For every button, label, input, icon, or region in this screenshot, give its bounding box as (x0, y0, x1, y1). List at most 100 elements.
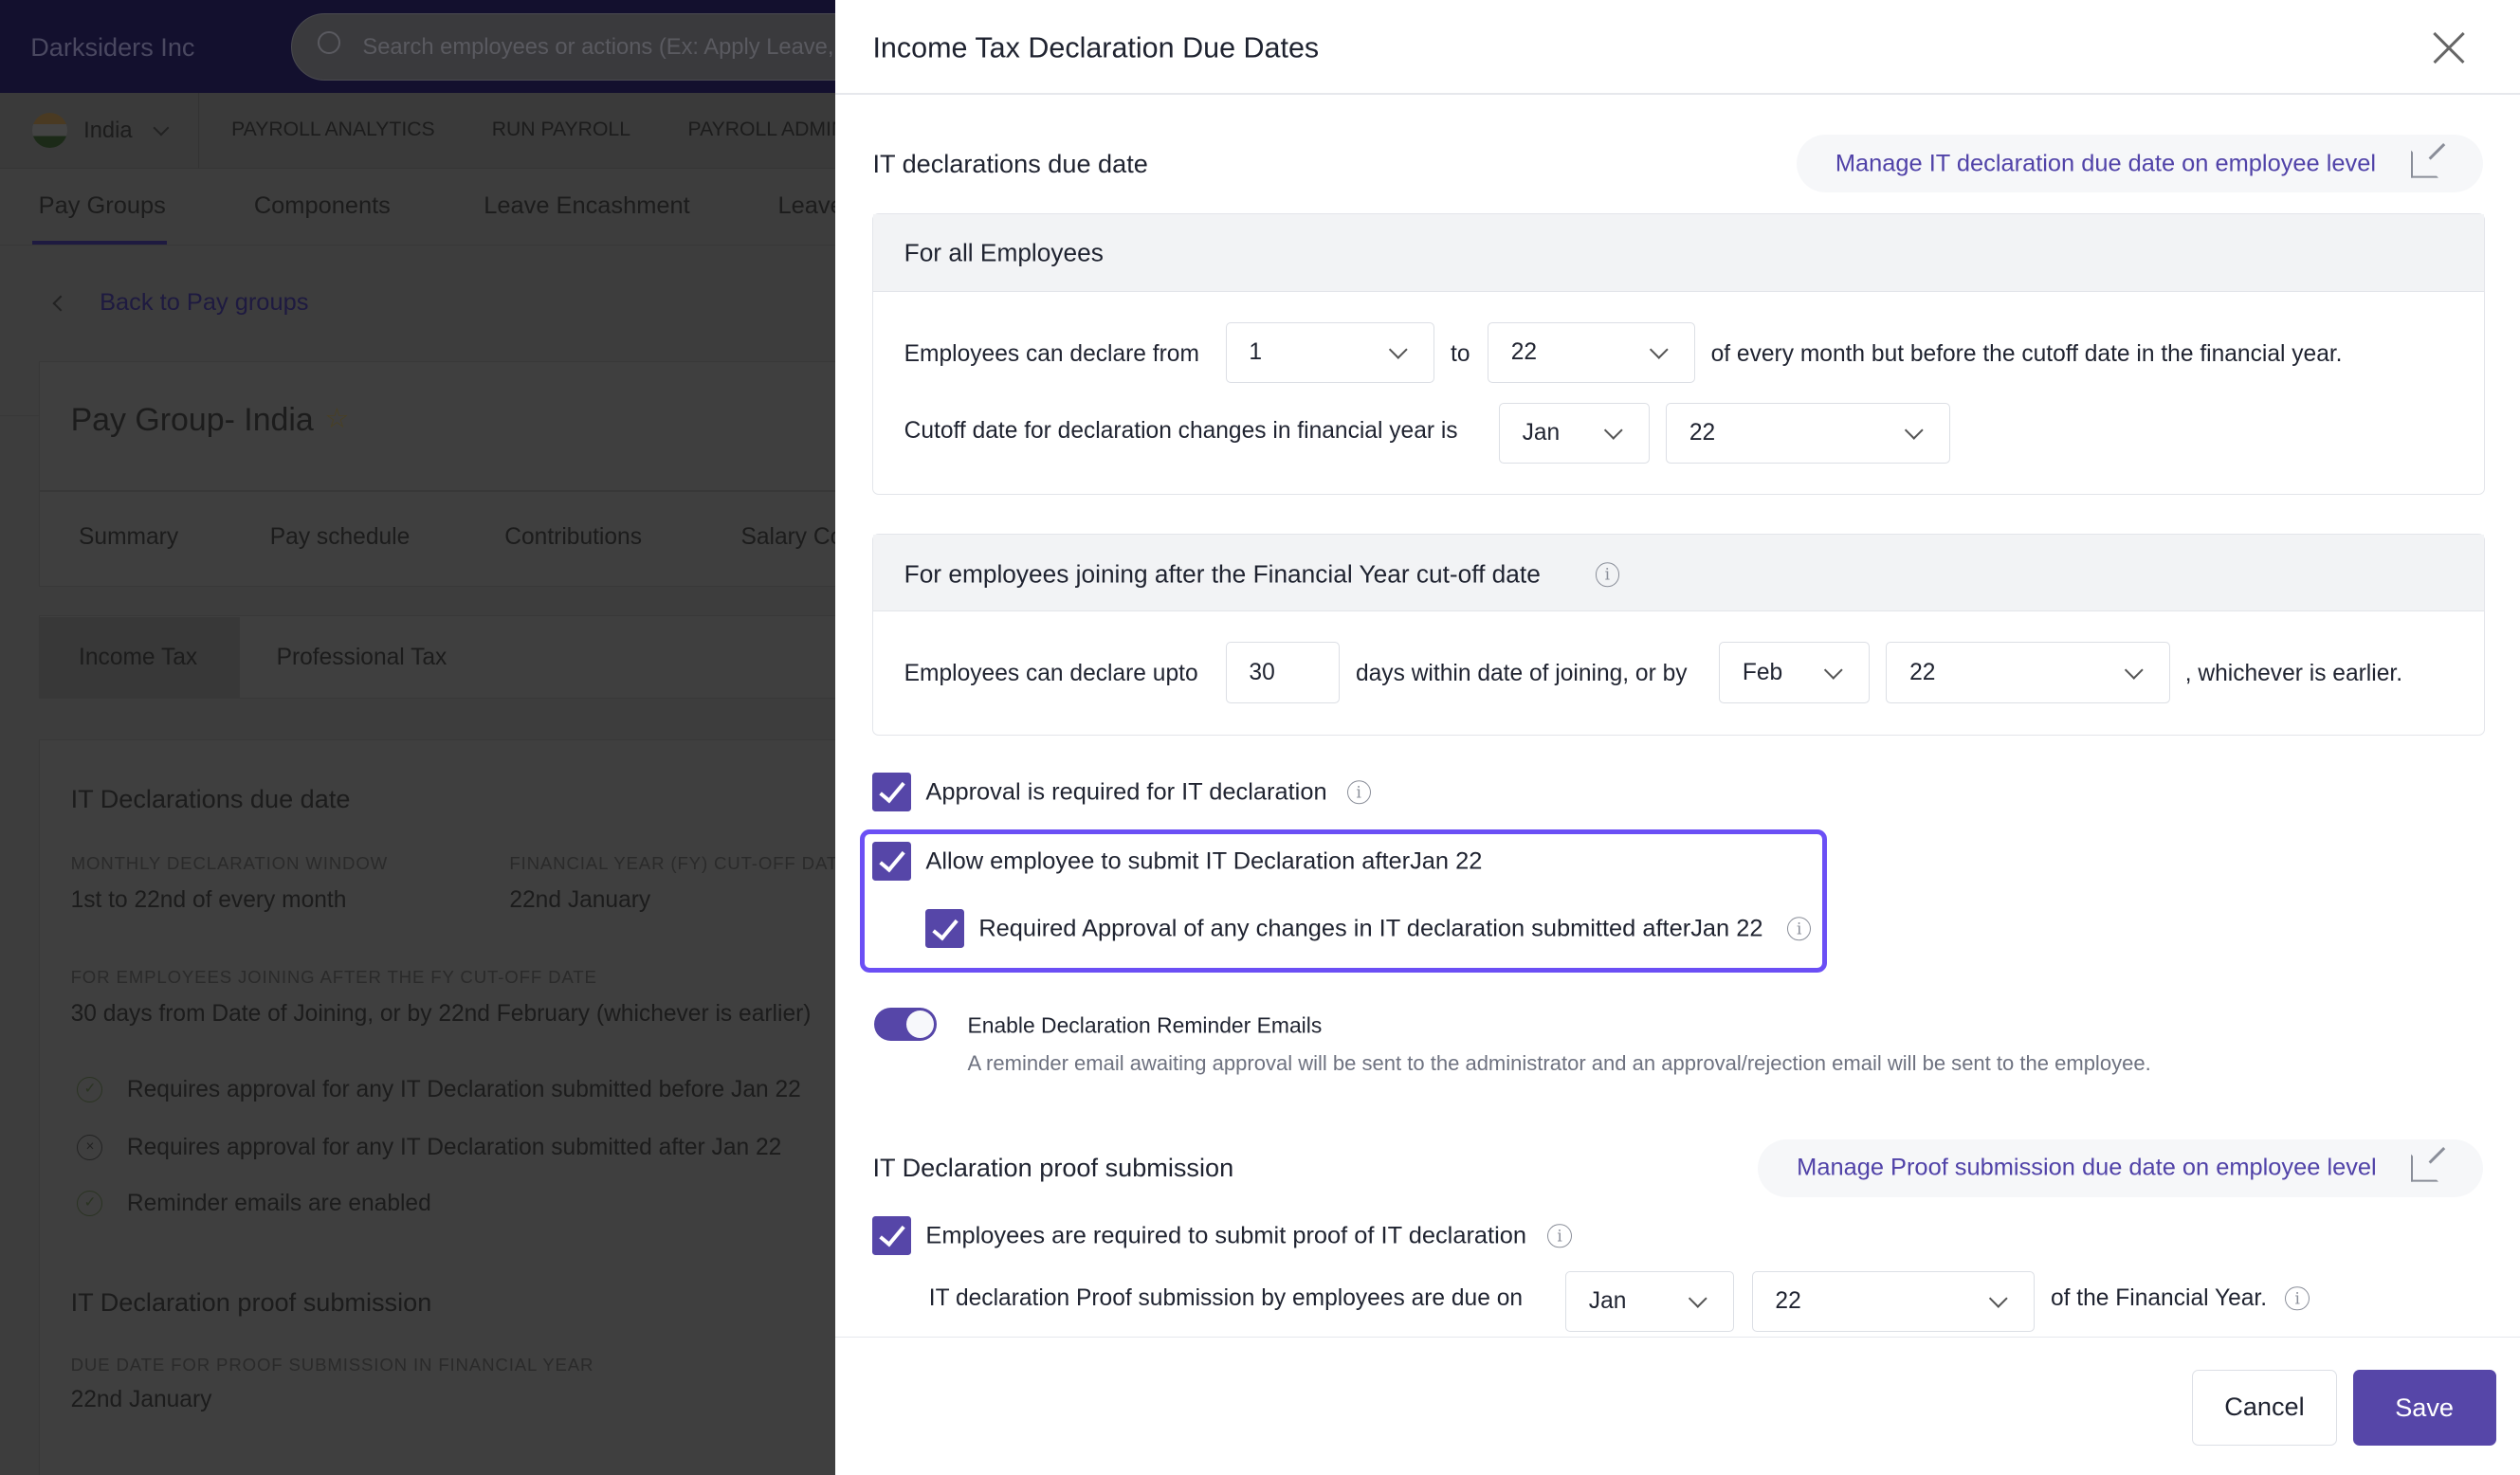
section-title: IT Declaration proof submission (70, 1286, 432, 1317)
days-input[interactable]: 30 (1225, 642, 1341, 703)
cancel-button[interactable]: Cancel (2192, 1370, 2337, 1446)
company-name: Darksiders Inc (30, 31, 195, 62)
proof-due-label: IT declaration Proof submission by emplo… (928, 1284, 1524, 1311)
chevron-down-icon (1389, 340, 1408, 359)
status-item: Requires approval for any IT Declaration… (126, 1076, 801, 1102)
field-value: 22nd January (509, 886, 651, 913)
pay-group-card (38, 361, 836, 587)
external-link-icon (2410, 150, 2438, 178)
toggle-knob (906, 1011, 934, 1039)
checkbox-label: Allow employee to submit IT Declaration … (925, 847, 1483, 875)
nav-payroll-admin[interactable]: PAYROLL ADMIN (688, 118, 836, 141)
tab-leave[interactable]: Leave (777, 192, 835, 220)
external-link-icon (2410, 1154, 2438, 1182)
chevron-down-icon (153, 119, 170, 137)
top-bar: Darksiders Inc Search employees or actio… (0, 0, 836, 94)
manage-it-declaration-link[interactable]: Manage IT declaration due date on employ… (1797, 135, 2483, 193)
upto-label: Employees can declare upto (904, 661, 1198, 687)
card-title: For all Employees (904, 238, 1104, 267)
subtab-summary[interactable]: Summary (79, 524, 178, 551)
info-icon[interactable]: i (1346, 779, 1371, 805)
manage-proof-submission-link[interactable]: Manage Proof submission due date on empl… (1758, 1138, 2483, 1197)
field-value: 30 days from Date of Joining, or by 22nd… (70, 1001, 812, 1028)
joining-month-select[interactable]: Feb (1719, 642, 1871, 703)
section-title: IT Declarations due date (70, 784, 351, 814)
link-label: Manage IT declaration due date on employ… (1835, 150, 2376, 177)
close-icon[interactable] (2432, 30, 2467, 65)
tab-income-tax[interactable]: Income Tax (79, 645, 197, 671)
proof-day-select[interactable]: 22 (1751, 1270, 2036, 1333)
to-label: to (1451, 340, 1470, 367)
joining-day-select[interactable]: 22 (1886, 642, 2171, 703)
card-title: For employees joining after the Financia… (904, 559, 1541, 589)
info-icon[interactable]: i (1547, 1223, 1572, 1248)
country-selector[interactable]: India (0, 93, 200, 169)
chevron-down-icon (1649, 340, 1668, 359)
subtab-pay-schedule[interactable]: Pay schedule (270, 524, 410, 551)
reminder-toggle[interactable] (874, 1007, 938, 1042)
checkbox-label: Approval is required for IT declaration (925, 778, 1327, 806)
all-employees-card: For all Employees Employees can declare … (872, 213, 2485, 496)
within-label: days within date of joining, or by (1355, 661, 1688, 687)
checkbox-label: Employees are required to submit proof o… (925, 1222, 1526, 1249)
nav-run-payroll[interactable]: RUN PAYROLL (492, 118, 630, 141)
field-label: DUE DATE FOR PROOF SUBMISSION IN FINANCI… (70, 1355, 594, 1375)
section-title: IT Declaration proof submission (872, 1153, 1234, 1183)
background-page: Darksiders Inc Search employees or actio… (0, 0, 836, 1475)
star-icon[interactable]: ☆ (324, 402, 349, 435)
due-dates-drawer: Income Tax Declaration Due Dates IT decl… (835, 0, 2520, 1475)
chevron-down-icon (1989, 1289, 2008, 1308)
checkbox-label: Required Approval of any changes in IT d… (978, 915, 1763, 942)
proof-month-select[interactable]: Jan (1565, 1270, 1735, 1333)
section-title: IT declarations due date (872, 148, 1148, 178)
drawer-title: Income Tax Declaration Due Dates (872, 31, 1320, 64)
chevron-down-icon (1604, 421, 1623, 440)
search-icon (317, 31, 340, 54)
tab-leave-encashment[interactable]: Leave Encashment (484, 192, 690, 220)
cutoff-label: Cutoff date for declaration changes in f… (904, 418, 1458, 445)
declare-from-select[interactable]: 1 (1225, 322, 1435, 384)
toggle-label: Enable Declaration Reminder Emails (967, 1012, 1323, 1037)
search-input[interactable]: Search employees or actions (Ex: Apply L… (290, 12, 836, 81)
field-value: 22nd January (70, 1386, 212, 1412)
link-label: Manage Proof submission due date on empl… (1797, 1154, 2377, 1181)
toggle-description: A reminder email awaiting approval will … (967, 1051, 2151, 1076)
proof-suffix: of the Financial Year. (2051, 1284, 2268, 1311)
chevron-down-icon (1824, 660, 1843, 679)
chevron-down-icon (1689, 1289, 1707, 1308)
declare-from-label: Employees can declare from (904, 340, 1199, 367)
proof-required-checkbox[interactable] (872, 1216, 912, 1255)
field-label: FOR EMPLOYEES JOINING AFTER THE FY CUT-O… (70, 967, 597, 988)
joining-card: For employees joining after the Financia… (872, 533, 2485, 737)
declare-to-select[interactable]: 22 (1488, 322, 1695, 384)
approval-changes-checkbox[interactable] (925, 909, 965, 949)
status-item: Reminder emails are enabled (126, 1191, 431, 1217)
approval-required-checkbox[interactable] (872, 773, 912, 812)
field-label: MONTHLY DECLARATION WINDOW (70, 853, 389, 874)
allow-after-cutoff-checkbox[interactable] (872, 842, 912, 881)
subtab-salary-components[interactable]: Salary Components (740, 524, 835, 551)
cutoff-day-select[interactable]: 22 (1666, 402, 1951, 464)
status-item: Requires approval for any IT Declaration… (126, 1134, 782, 1160)
india-flag-icon (31, 112, 68, 148)
search-placeholder: Search employees or actions (Ex: Apply L… (362, 34, 835, 60)
tab-professional-tax[interactable]: Professional Tax (277, 645, 447, 671)
joining-suffix: , whichever is earlier. (2184, 661, 2403, 687)
tab-components[interactable]: Components (254, 192, 391, 220)
nav-bar: India PAYROLL ANALYTICS RUN PAYROLL PAYR… (0, 93, 836, 169)
pay-group-title: Pay Group- India (70, 401, 314, 438)
chevron-down-icon (1905, 421, 1924, 440)
drawer-footer: Cancel Save (835, 1337, 2520, 1475)
declare-suffix: of every month but before the cutoff dat… (1710, 340, 2343, 367)
save-button[interactable]: Save (2352, 1370, 2496, 1446)
country-label: India (83, 118, 133, 144)
tab-pay-groups[interactable]: Pay Groups (39, 192, 166, 220)
field-label: FINANCIAL YEAR (FY) CUT-OFF DATE (509, 853, 836, 874)
field-value: 1st to 22nd of every month (70, 886, 347, 913)
nav-payroll-analytics[interactable]: PAYROLL ANALYTICS (231, 118, 435, 141)
cutoff-month-select[interactable]: Jan (1498, 402, 1651, 464)
info-icon[interactable]: i (2285, 1285, 2310, 1311)
subtab-contributions[interactable]: Contributions (504, 524, 642, 551)
chevron-down-icon (2125, 660, 2144, 679)
back-link[interactable]: Back to Pay groups (100, 289, 308, 317)
